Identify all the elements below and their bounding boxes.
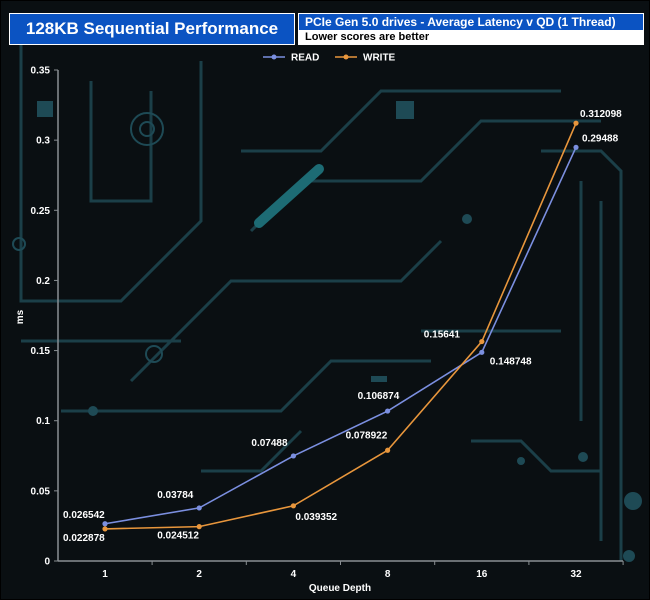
x-tick-label: 4 — [291, 569, 297, 580]
data-label-read: 0.07488 — [251, 438, 288, 449]
data-label-write: 0.022878 — [63, 533, 105, 544]
legend: READ WRITE — [263, 53, 396, 64]
y-axis-title: ms — [15, 309, 26, 324]
x-tick-label: 16 — [476, 569, 488, 580]
series-line-read — [104, 146, 577, 525]
data-label-write: 0.312098 — [580, 109, 622, 120]
data-point-read — [102, 521, 108, 527]
x-tick-label: 2 — [196, 569, 202, 580]
x-axis-title: Queue Depth — [309, 583, 371, 594]
line-chart: 0 0.05 0.1 0.15 0.2 0.25 0.3 0.35 1 2 4 8 16 32 ms Q… — [15, 53, 624, 594]
y-tick-label: 0.25 — [31, 206, 51, 217]
data-point-write — [196, 524, 202, 530]
data-point-read — [196, 505, 202, 511]
x-ticks: 1 2 4 8 16 32 — [102, 561, 624, 580]
chart-frame: 128KB Sequential Performance PCIe Gen 5.… — [0, 0, 650, 600]
y-tick-label: 0.3 — [36, 136, 50, 147]
data-point-write — [479, 338, 485, 345]
x-tick-label: 8 — [385, 569, 391, 580]
data-labels: 0.026542 0.03784 0.07488 0.106874 0.148748 0.… — [63, 109, 622, 544]
series-layer — [102, 120, 579, 532]
data-label-write: 0.15641 — [424, 330, 461, 341]
data-label-write: 0.078922 — [346, 430, 388, 441]
y-tick-label: 0 — [44, 557, 50, 568]
data-label-read: 0.106874 — [358, 391, 400, 402]
legend-label-read: READ — [291, 53, 319, 64]
y-tick-label: 0.1 — [36, 416, 50, 427]
data-label-write: 0.039352 — [295, 512, 337, 523]
data-label-read: 0.03784 — [157, 490, 194, 501]
axes — [57, 70, 623, 562]
data-point-read — [385, 408, 391, 414]
data-point-read — [290, 453, 296, 459]
data-point-read — [479, 349, 485, 355]
y-tick-label: 0.35 — [31, 66, 51, 77]
y-tick-label: 0.05 — [31, 486, 51, 497]
data-point-read — [573, 144, 579, 150]
data-point-write — [102, 526, 108, 532]
x-tick-label: 32 — [570, 569, 582, 580]
data-label-write: 0.024512 — [157, 531, 199, 542]
data-label-read: 0.026542 — [63, 510, 105, 521]
y-tick-label: 0.2 — [36, 276, 50, 287]
y-ticks: 0 0.05 0.1 0.15 0.2 0.25 0.3 0.35 — [31, 66, 58, 568]
data-point-write — [385, 447, 391, 453]
y-tick-label: 0.15 — [31, 346, 51, 357]
data-point-write — [573, 120, 579, 126]
data-point-write — [290, 503, 296, 509]
legend-swatch-marker — [271, 54, 277, 60]
legend-label-write: WRITE — [363, 53, 396, 64]
x-tick-label: 1 — [102, 569, 108, 580]
series-line-write — [104, 122, 577, 530]
data-label-read: 0.148748 — [490, 356, 532, 367]
legend-swatch-marker — [343, 54, 349, 60]
data-label-read: 0.29488 — [582, 133, 619, 144]
